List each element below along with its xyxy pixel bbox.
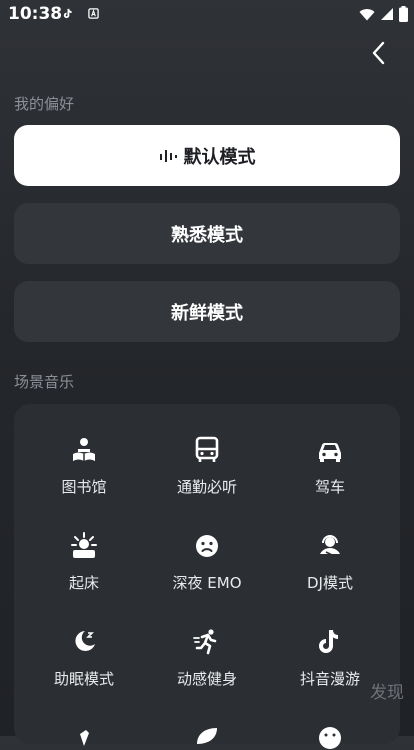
scenes-title: 场景音乐 bbox=[14, 373, 75, 391]
tiktok-notification-icon bbox=[63, 8, 72, 19]
discover-label[interactable]: 发现 bbox=[370, 678, 404, 703]
battery-icon bbox=[399, 6, 408, 22]
scene-driving-label: 驾车 bbox=[314, 478, 345, 496]
scene-fitness-label: 动感健身 bbox=[176, 670, 237, 688]
car-icon bbox=[319, 443, 341, 462]
tiktok-icon bbox=[319, 630, 338, 653]
scene-fitness[interactable]: 动感健身 bbox=[152, 628, 262, 689]
phone-music-icon bbox=[80, 730, 89, 746]
chevron-left-icon bbox=[372, 41, 385, 65]
default-mode-button[interactable]: 默认模式 bbox=[14, 125, 400, 186]
scene-library-label: 图书馆 bbox=[61, 478, 107, 496]
scene-commute-label: 通勤必听 bbox=[176, 478, 237, 496]
bus-icon bbox=[195, 436, 219, 462]
scene-douyin[interactable]: 抖音漫游 bbox=[275, 628, 385, 689]
app-notification-icon bbox=[88, 8, 99, 19]
sad-face-icon bbox=[196, 535, 218, 557]
scene-library[interactable]: 图书馆 bbox=[29, 436, 139, 497]
scene-dj[interactable]: DJ模式 bbox=[275, 532, 385, 593]
running-icon bbox=[193, 629, 217, 655]
fresh-mode-label: 新鲜模式 bbox=[171, 302, 243, 324]
status-icons bbox=[359, 6, 408, 22]
scene-more-3[interactable] bbox=[275, 722, 385, 750]
sunrise-icon bbox=[71, 532, 97, 558]
status-bar: 10:38 bbox=[0, 0, 414, 28]
status-time: 10:38 bbox=[8, 4, 63, 24]
wifi-icon bbox=[359, 8, 375, 20]
scene-panel: 图书馆 通勤必听 驾车 起床 深夜 EMO DJ模式 助眠模式 动感健身 抖音漫… bbox=[14, 404, 400, 749]
preferences-title: 我的偏好 bbox=[14, 95, 75, 113]
signal-icon bbox=[381, 8, 393, 20]
scene-wakeup-label: 起床 bbox=[68, 574, 99, 592]
back-button[interactable] bbox=[364, 38, 394, 68]
familiar-mode-label: 熟悉模式 bbox=[171, 224, 243, 246]
fresh-mode-button[interactable]: 新鲜模式 bbox=[14, 281, 400, 342]
scene-sleep[interactable]: 助眠模式 bbox=[29, 628, 139, 689]
default-mode-label: 默认模式 bbox=[183, 146, 256, 168]
scene-wakeup[interactable]: 起床 bbox=[29, 532, 139, 593]
scene-douyin-label: 抖音漫游 bbox=[299, 670, 360, 688]
moon-icon bbox=[75, 631, 95, 651]
scene-late-night[interactable]: 深夜 EMO bbox=[152, 532, 262, 593]
scene-commute[interactable]: 通勤必听 bbox=[152, 436, 262, 497]
library-icon bbox=[73, 438, 95, 461]
leaf-icon bbox=[197, 728, 217, 744]
familiar-mode-button[interactable]: 熟悉模式 bbox=[14, 203, 400, 264]
scene-driving[interactable]: 驾车 bbox=[275, 436, 385, 497]
scene-dj-label: DJ模式 bbox=[307, 574, 353, 592]
scene-sleep-label: 助眠模式 bbox=[53, 670, 114, 688]
sound-wave-icon bbox=[159, 149, 177, 163]
scene-more-2[interactable] bbox=[152, 722, 262, 750]
smile-face-icon bbox=[319, 727, 341, 749]
dj-icon bbox=[320, 535, 340, 557]
scene-more-1[interactable] bbox=[29, 722, 139, 750]
scene-late-night-label: 深夜 EMO bbox=[172, 574, 242, 592]
